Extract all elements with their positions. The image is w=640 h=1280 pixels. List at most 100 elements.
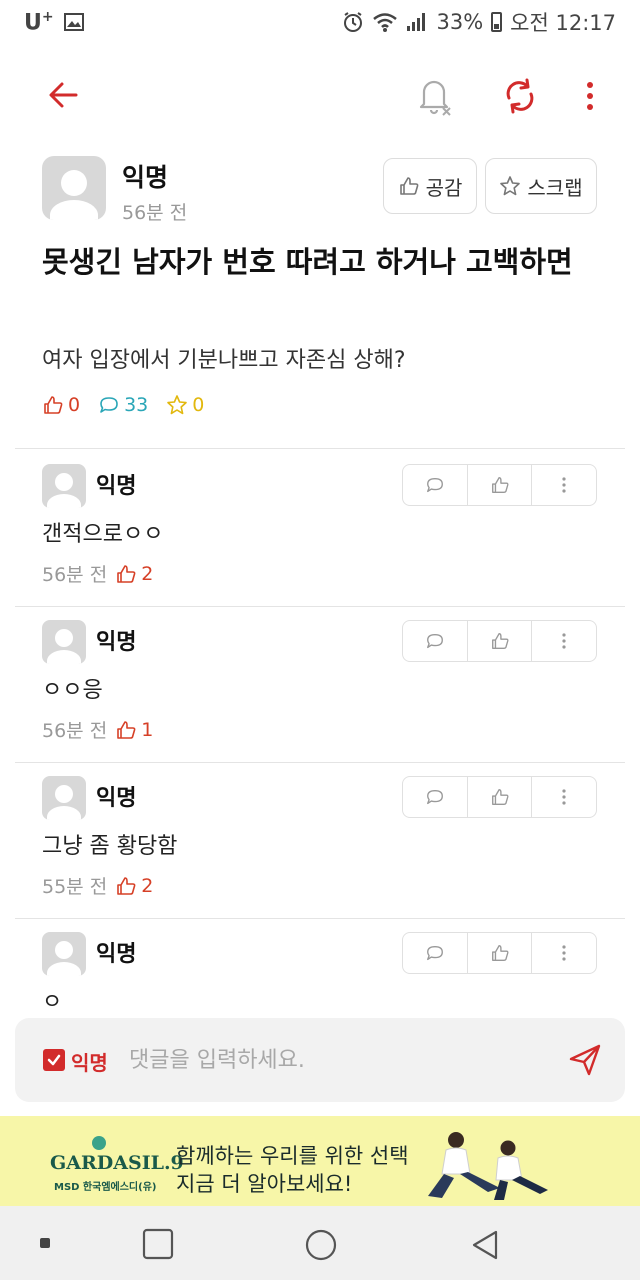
home-button[interactable] xyxy=(304,1228,338,1262)
signal-icon xyxy=(407,13,426,31)
reply-button[interactable] xyxy=(403,621,468,661)
send-button[interactable] xyxy=(567,1042,603,1078)
more-vertical-icon xyxy=(562,633,566,649)
comment-item: 익명 ㅇ xyxy=(0,918,640,1018)
check-icon xyxy=(47,1054,61,1066)
nav-indicator-icon xyxy=(40,1238,50,1248)
comment-author: 익명 xyxy=(96,630,137,655)
post-body: 여자 입장에서 기분나쁘고 자존심 상해? xyxy=(42,348,406,373)
ad-headline: 함께하는 우리를 위한 선택 xyxy=(176,1144,409,1168)
speech-bubble-icon xyxy=(426,477,443,493)
bell-off-icon xyxy=(419,80,451,116)
avatar xyxy=(42,620,86,664)
more-vertical-icon xyxy=(587,82,593,110)
speech-bubble-icon xyxy=(426,789,443,805)
status-left: U+ xyxy=(24,9,84,35)
like-count-value: 0 xyxy=(68,394,81,416)
comment-meta: 56분 전 1 xyxy=(42,716,153,743)
reply-button[interactable] xyxy=(403,465,468,505)
speech-bubble-icon xyxy=(426,945,443,961)
post-time: 56분 전 xyxy=(122,202,188,224)
comment-more-button[interactable] xyxy=(532,621,596,661)
like-button[interactable] xyxy=(468,933,533,973)
comment-text: 갠적으로ㅇㅇ xyxy=(42,522,164,547)
comment-input-bar: 익명 xyxy=(15,1018,625,1102)
scrap-button[interactable]: 스크랩 xyxy=(485,158,597,214)
comment-meta: 55분 전 2 xyxy=(42,872,153,899)
star-icon xyxy=(167,395,188,415)
post-stats: 0 33 0 xyxy=(42,394,204,416)
comment-time: 56분 전 xyxy=(42,564,108,586)
comment-like-value: 2 xyxy=(141,874,154,897)
divider xyxy=(15,448,625,449)
comment-count: 33 xyxy=(98,394,148,416)
comment-count-value: 33 xyxy=(124,394,149,416)
like-count: 0 xyxy=(42,394,80,416)
comment-item: 익명 그냥 좀 황당함 55분 전 2 xyxy=(0,762,640,918)
comment-like-count: 1 xyxy=(115,719,153,741)
avatar xyxy=(42,156,106,220)
post-title: 못생긴 남자가 번호 따려고 하거나 고백하면 xyxy=(42,245,573,279)
speech-bubble-icon xyxy=(100,397,118,413)
battery-icon xyxy=(491,12,503,32)
system-nav-bar xyxy=(0,1206,640,1280)
status-bar: U+ 33% 오전 12:17 xyxy=(0,0,640,44)
more-vertical-icon xyxy=(562,477,566,493)
thumbs-up-icon xyxy=(117,720,136,739)
comment-like-value: 1 xyxy=(141,718,154,741)
comment-text: 그냥 좀 황당함 xyxy=(42,834,178,859)
more-vertical-icon xyxy=(562,945,566,961)
like-button[interactable] xyxy=(468,621,533,661)
triangle-back-icon xyxy=(472,1230,498,1260)
carrier-label: U+ xyxy=(24,9,54,35)
avatar xyxy=(42,776,86,820)
circle-icon xyxy=(305,1229,337,1261)
send-icon xyxy=(569,1044,601,1076)
comment-like-count: 2 xyxy=(115,875,153,897)
scrap-label: 스크랩 xyxy=(527,175,583,200)
thumbs-up-icon xyxy=(491,633,508,649)
scrap-count-value: 0 xyxy=(192,394,205,416)
comment-input[interactable] xyxy=(129,1042,549,1078)
app-bar xyxy=(0,60,640,130)
comment-more-button[interactable] xyxy=(532,777,596,817)
comment-more-button[interactable] xyxy=(532,465,596,505)
refresh-icon xyxy=(506,78,534,114)
speech-bubble-icon xyxy=(426,633,443,649)
more-options-button[interactable] xyxy=(570,72,610,120)
ad-subline: 지금 더 알아보세요! xyxy=(176,1172,353,1196)
notification-off-button[interactable] xyxy=(410,72,458,120)
comment-text: ㅇ xyxy=(42,990,63,1015)
comment-actions xyxy=(402,776,597,818)
wifi-icon xyxy=(373,13,398,32)
comment-like-count: 2 xyxy=(115,563,153,585)
square-icon xyxy=(142,1228,174,1260)
empathy-button[interactable]: 공감 xyxy=(383,158,477,214)
ad-people-image xyxy=(428,1132,548,1200)
reply-button[interactable] xyxy=(403,777,468,817)
more-vertical-icon xyxy=(562,789,566,805)
anonymous-checkbox[interactable] xyxy=(43,1049,65,1071)
ad-banner[interactable]: GARDASIL.9 MSD 한국엠에스디(유) 함께하는 우리를 위한 선택 … xyxy=(0,1116,640,1206)
thumbs-up-icon xyxy=(491,945,508,961)
comment-text: ㅇㅇ응 xyxy=(42,678,103,703)
anonymous-label[interactable]: 익명 xyxy=(71,1047,108,1076)
system-back-button[interactable] xyxy=(468,1228,502,1262)
comment-more-button[interactable] xyxy=(532,933,596,973)
carrier-name: U xyxy=(24,10,42,36)
like-button[interactable] xyxy=(468,465,533,505)
ad-sponsor: MSD 한국엠에스디(유) xyxy=(54,1182,157,1193)
comment-actions xyxy=(402,620,597,662)
star-icon xyxy=(500,176,521,196)
refresh-button[interactable] xyxy=(496,72,544,120)
reply-button[interactable] xyxy=(403,933,468,973)
comment-actions xyxy=(402,464,597,506)
thumbs-up-icon xyxy=(117,876,136,895)
thumbs-up-icon xyxy=(399,177,418,195)
comment-time: 55분 전 xyxy=(42,876,108,898)
comment-author: 익명 xyxy=(96,942,137,967)
recent-apps-button[interactable] xyxy=(142,1228,174,1260)
thumbs-up-icon xyxy=(44,396,63,414)
back-button[interactable] xyxy=(40,72,90,118)
like-button[interactable] xyxy=(468,777,533,817)
